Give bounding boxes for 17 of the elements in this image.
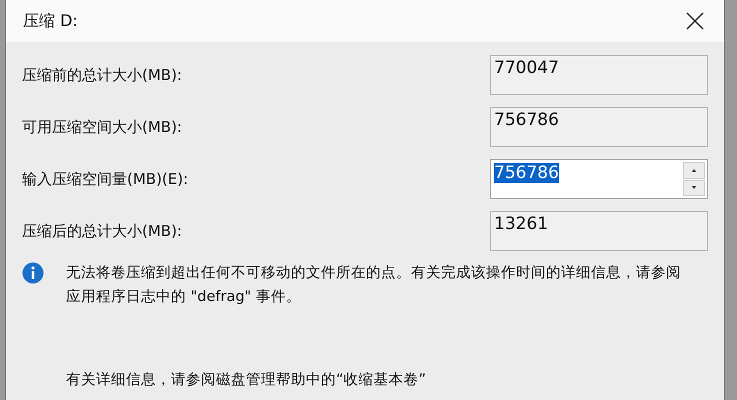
close-icon[interactable]: [686, 12, 704, 30]
spin-down-button[interactable]: [683, 180, 705, 196]
info-icon: [22, 262, 44, 284]
number-input-field[interactable]: 756786: [490, 159, 708, 199]
window-title: 压缩 D:: [23, 10, 78, 32]
field-label: 输入压缩空间量(MB)(E):: [22, 170, 188, 188]
caret-up-icon: [691, 168, 697, 173]
readonly-field: 756786: [490, 107, 708, 147]
readonly-field: 13261: [490, 211, 708, 251]
field-label: 可用压缩空间大小(MB):: [22, 118, 182, 136]
caret-down-icon: [691, 185, 697, 190]
help-text: 有关详细信息，请参阅磁盘管理帮助中的“收缩基本卷”: [66, 371, 428, 389]
spin-up-button[interactable]: [683, 162, 705, 178]
field-label: 压缩前的总计大小(MB):: [22, 66, 182, 84]
info-message: 无法将卷压缩到超出任何不可移动的文件所在的点。有关完成该操作时间的详细信息，请参阅应用程序日志中的 "defrag" 事件。: [66, 264, 682, 307]
field-label: 压缩后的总计大小(MB):: [22, 222, 182, 240]
readonly-field: 770047: [490, 55, 708, 95]
